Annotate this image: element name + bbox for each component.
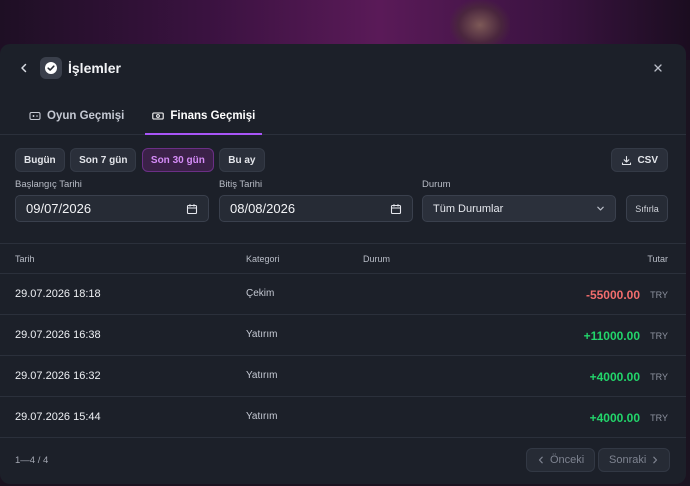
row-date: 29.07.2026 16:38 [15,329,101,341]
table-row: 29.07.2026 16:38 Yatırım +11000.00 TRY [0,315,686,356]
back-button[interactable] [16,60,32,76]
modal-title: İşlemler [68,60,121,76]
next-label: Sonraki [609,454,647,466]
calendar-icon[interactable] [390,203,402,215]
row-category: Yatırım [246,329,278,340]
row-category: Çekim [246,288,275,299]
close-icon [654,64,662,72]
end-date-field: Bitiş Tarihi 08/08/2026 [219,179,413,222]
csv-label: CSV [637,154,658,166]
header-date: Tarih [15,254,35,264]
check-circle-icon [45,62,57,74]
backdrop-glow [450,0,510,50]
download-icon [622,155,632,165]
chevron-down-icon [597,206,604,211]
close-button[interactable] [650,60,666,76]
range-today-button[interactable]: Bugün [15,148,65,172]
row-date: 29.07.2026 15:44 [15,411,101,423]
reset-button[interactable]: Sıfırla [626,195,668,222]
start-date-field: Başlangıç Tarihi 09/07/2026 [15,179,209,222]
start-date-label: Başlangıç Tarihi [15,179,82,190]
pagination: 1—4 / 4 Önceki Sonraki [0,438,686,484]
row-amount: +4000.00 [589,411,640,425]
tab-bar: Oyun Geçmişi Finans Geçmişi [0,98,686,135]
chevron-left-icon [21,63,27,73]
row-category: Yatırım [246,411,278,422]
table-row: 29.07.2026 18:18 Çekim -55000.00 TRY [0,274,686,315]
status-label: Durum [422,179,451,190]
header-amount: Tutar [647,254,668,264]
start-date-value: 09/07/2026 [26,201,92,216]
status-select[interactable]: Tüm Durumlar [422,195,616,222]
row-amount: -55000.00 [585,288,640,302]
row-amount: +11000.00 [583,329,640,343]
money-icon [152,112,165,120]
header-category: Kategori [246,254,280,264]
row-date: 29.07.2026 16:32 [15,370,101,382]
start-date-input[interactable]: 09/07/2026 [15,195,209,222]
csv-export-button[interactable]: CSV [611,148,668,172]
prev-page-button[interactable]: Önceki [526,448,596,472]
status-value: Tüm Durumlar [433,202,504,215]
range-filters: Bugün Son 7 gün Son 30 gün Bu ay CSV [0,135,686,175]
tab-label: Finans Geçmişi [170,110,256,122]
end-date-value: 08/08/2026 [230,201,296,216]
range-7-days-button[interactable]: Son 7 gün [70,148,137,172]
table-header: Tarih Kategori Durum Tutar [0,243,686,274]
filter-fields: Başlangıç Tarihi 09/07/2026 Bitiş Tarihi… [0,179,686,243]
transactions-modal: İşlemler Oyun Geçmişi Finans Geçmişi Bug… [0,44,686,484]
row-currency: TRY [650,290,668,300]
header-status: Durum [363,254,391,264]
chevron-left-icon [538,456,543,464]
range-this-month-button[interactable]: Bu ay [219,148,265,172]
chevron-right-icon [653,456,658,464]
page-info: 1—4 / 4 [15,455,49,466]
end-date-label: Bitiş Tarihi [219,179,263,190]
tab-finance-history[interactable]: Finans Geçmişi [145,98,263,135]
check-badge [40,57,62,79]
status-field: Durum Tüm Durumlar [422,179,616,222]
row-currency: TRY [650,372,668,382]
tab-label: Oyun Geçmişi [47,110,125,122]
modal-header: İşlemler [0,44,686,92]
next-page-button[interactable]: Sonraki [598,448,671,472]
row-amount: +4000.00 [589,370,640,384]
row-currency: TRY [650,413,668,423]
row-currency: TRY [650,331,668,341]
gamepad-icon [29,111,41,121]
end-date-input[interactable]: 08/08/2026 [219,195,413,222]
range-30-days-button[interactable]: Son 30 gün [141,148,214,172]
calendar-icon[interactable] [186,203,198,215]
table-row: 29.07.2026 16:32 Yatırım +4000.00 TRY [0,356,686,397]
row-category: Yatırım [246,370,278,381]
tab-game-history[interactable]: Oyun Geçmişi [22,98,131,134]
table-row: 29.07.2026 15:44 Yatırım +4000.00 TRY [0,397,686,438]
row-date: 29.07.2026 18:18 [15,288,101,300]
prev-label: Önceki [550,454,585,466]
